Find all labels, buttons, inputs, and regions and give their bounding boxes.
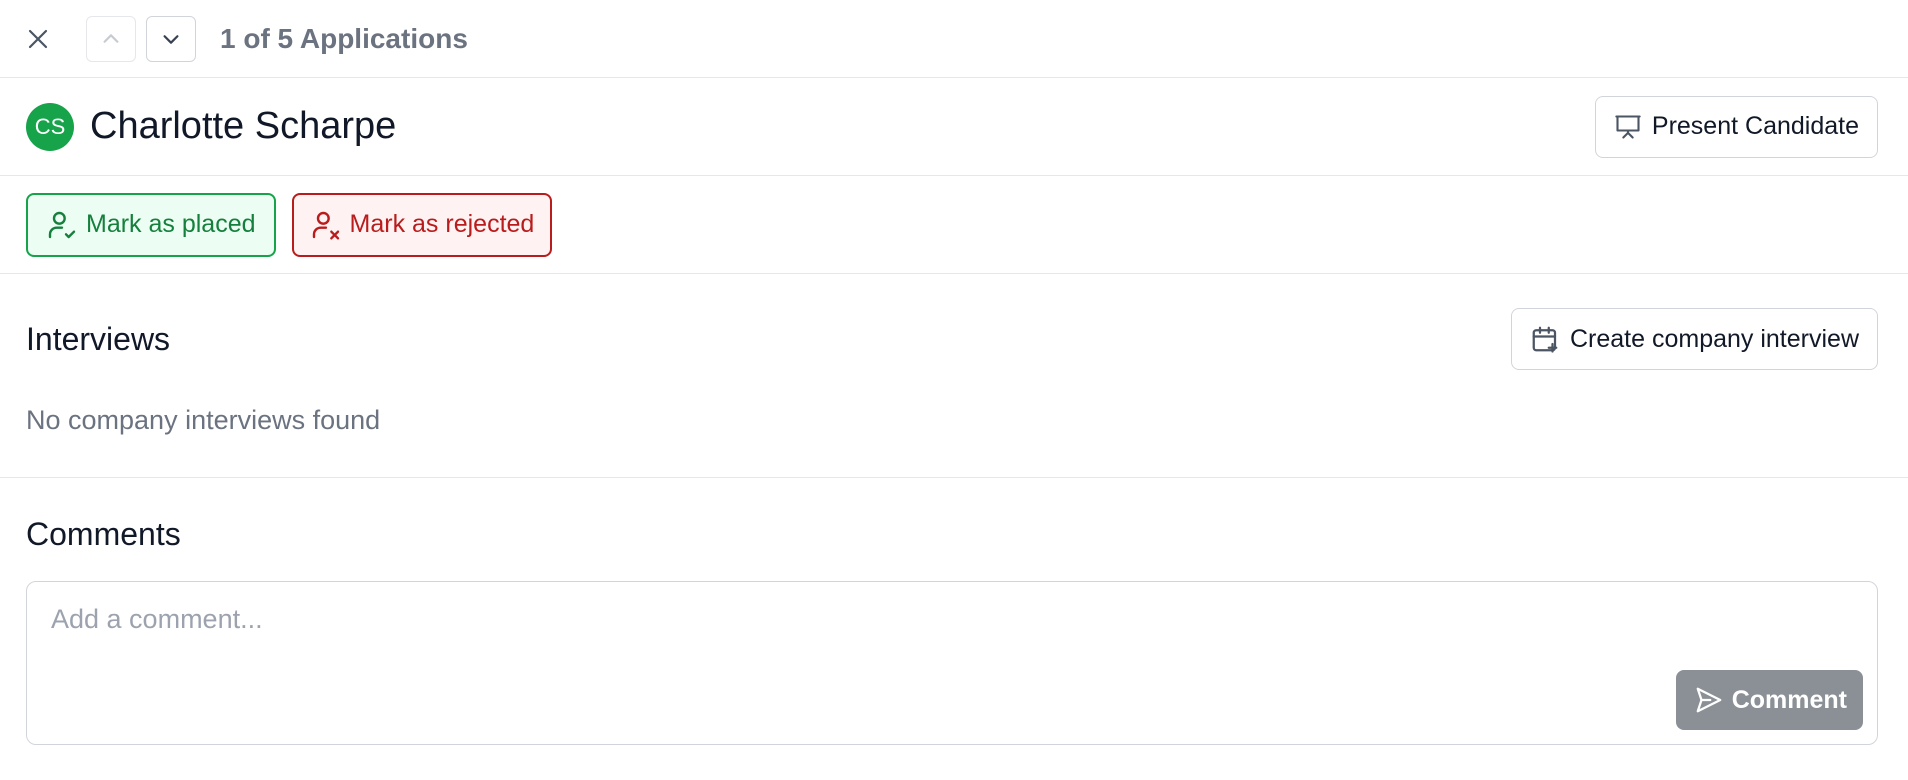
interviews-section: Interviews Create company interview No c… [0,274,1908,478]
send-icon [1696,687,1722,713]
mark-rejected-label: Mark as rejected [349,210,535,238]
comment-submit-label: Comment [1731,685,1847,714]
comment-input[interactable] [51,604,1853,635]
avatar: CS [26,102,74,151]
comment-composer: Comment [26,581,1878,745]
chevron-up-icon [103,33,119,43]
interviews-title: Interviews [26,320,171,357]
present-candidate-button[interactable]: Present Candidate [1594,95,1878,158]
calendar-plus-icon [1532,326,1558,353]
create-interview-label: Create company interview [1569,324,1859,353]
comment-submit-button[interactable]: Comment [1675,670,1863,730]
next-application-button[interactable] [146,15,196,62]
mark-placed-label: Mark as placed [86,210,256,238]
user-check-icon [48,211,76,238]
candidate-header: CS Charlotte Scharpe Present Candidate [0,78,1908,176]
comments-section: Comments Comment [0,478,1908,745]
mark-placed-button[interactable]: Mark as placed [26,192,276,257]
application-nav-bar: 1 of 5 Applications [0,0,1908,78]
status-actions: Mark as placed Mark as rejected [0,176,1908,274]
interviews-empty-state: No company interviews found [26,405,381,435]
user-x-icon [312,211,339,240]
comments-title: Comments [26,516,181,552]
presentation-icon [1615,114,1641,139]
previous-application-button[interactable] [86,15,136,62]
close-button[interactable] [24,25,52,53]
mark-rejected-button[interactable]: Mark as rejected [291,192,553,257]
candidate-name: Charlotte Scharpe [90,105,397,147]
create-interview-button[interactable]: Create company interview [1510,308,1878,370]
close-icon [28,29,48,48]
application-counter: 1 of 5 Applications [220,22,468,54]
chevron-down-icon [163,34,179,44]
present-candidate-label: Present Candidate [1651,112,1859,140]
